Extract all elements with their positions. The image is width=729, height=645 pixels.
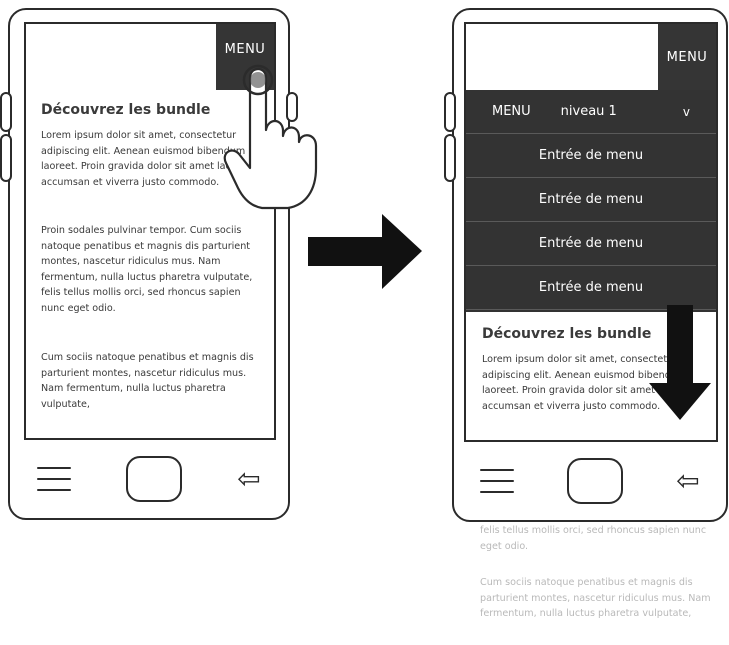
right-arrow-icon: [308, 214, 422, 289]
down-arrow-icon: [649, 305, 711, 420]
pointing-hand-icon: [223, 67, 318, 210]
annotation-layer: [223, 64, 711, 420]
